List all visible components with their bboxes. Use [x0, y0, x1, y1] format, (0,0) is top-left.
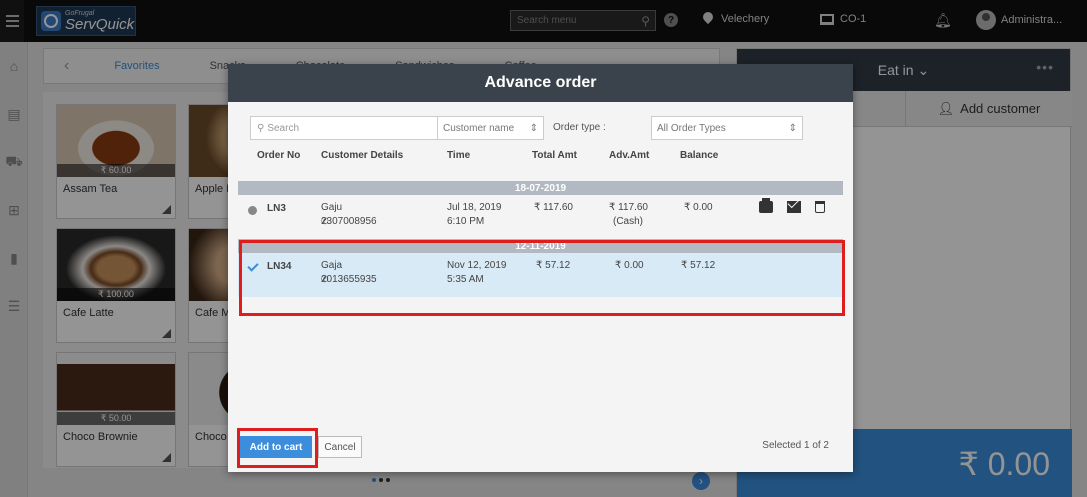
customer-filter-value: Customer name	[443, 122, 515, 134]
col-order-no: Order No	[257, 150, 301, 161]
col-total: Total Amt	[532, 150, 577, 161]
select-arrows-icon: ⇕	[529, 122, 538, 134]
order-search-input[interactable]: ⚲ Search	[250, 116, 438, 140]
search-icon: ⚲	[257, 122, 265, 134]
col-customer: Customer Details	[321, 150, 404, 161]
col-adv: Adv.Amt	[609, 150, 650, 161]
order-type-select[interactable]: All Order Types ⇕	[651, 116, 803, 140]
order-search-placeholder: Search	[267, 122, 300, 134]
advance-mode: (Cash)	[613, 216, 644, 227]
customer-filter-select[interactable]: Customer name ⇕	[438, 116, 544, 140]
total-amount: ₹ 117.60	[534, 202, 573, 213]
dialog-footer: Add to cart Cancel Selected 1 of 2	[228, 432, 853, 462]
trash-icon[interactable]	[815, 201, 825, 213]
order-date: Jul 18, 2019	[447, 202, 502, 213]
order-type-label: Order type :	[553, 122, 606, 133]
order-no: LN3	[267, 203, 286, 214]
customer-name: Gaju	[321, 202, 343, 213]
cancel-button[interactable]: Cancel	[318, 436, 362, 458]
table-row[interactable]: LN3 Gaju ✆ 2307008956 Jul 18, 2019 6:10 …	[238, 195, 843, 239]
order-type-value: All Order Types	[657, 122, 726, 134]
mail-icon[interactable]	[787, 201, 801, 213]
add-to-cart-highlight-box	[237, 428, 318, 468]
selection-count: Selected 1 of 2	[762, 440, 829, 451]
selected-row-highlight-box	[239, 240, 845, 316]
table-header: Order No Customer Details Time Total Amt…	[228, 150, 853, 166]
unselected-status-icon[interactable]	[248, 206, 257, 215]
dialog-title: Advance order	[228, 64, 853, 102]
balance-amount: ₹ 0.00	[684, 202, 713, 213]
select-arrows-icon: ⇕	[788, 122, 797, 134]
filter-bar: ⚲ Search Customer name ⇕	[250, 116, 544, 140]
order-time: 6:10 PM	[447, 216, 485, 227]
print-icon[interactable]	[759, 198, 773, 213]
date-group-header: 18-07-2019	[238, 181, 843, 195]
advance-amount: ₹ 117.60	[609, 202, 648, 213]
phone-number: 2307008956	[321, 216, 377, 227]
col-time: Time	[447, 150, 471, 161]
col-balance: Balance	[680, 150, 719, 161]
